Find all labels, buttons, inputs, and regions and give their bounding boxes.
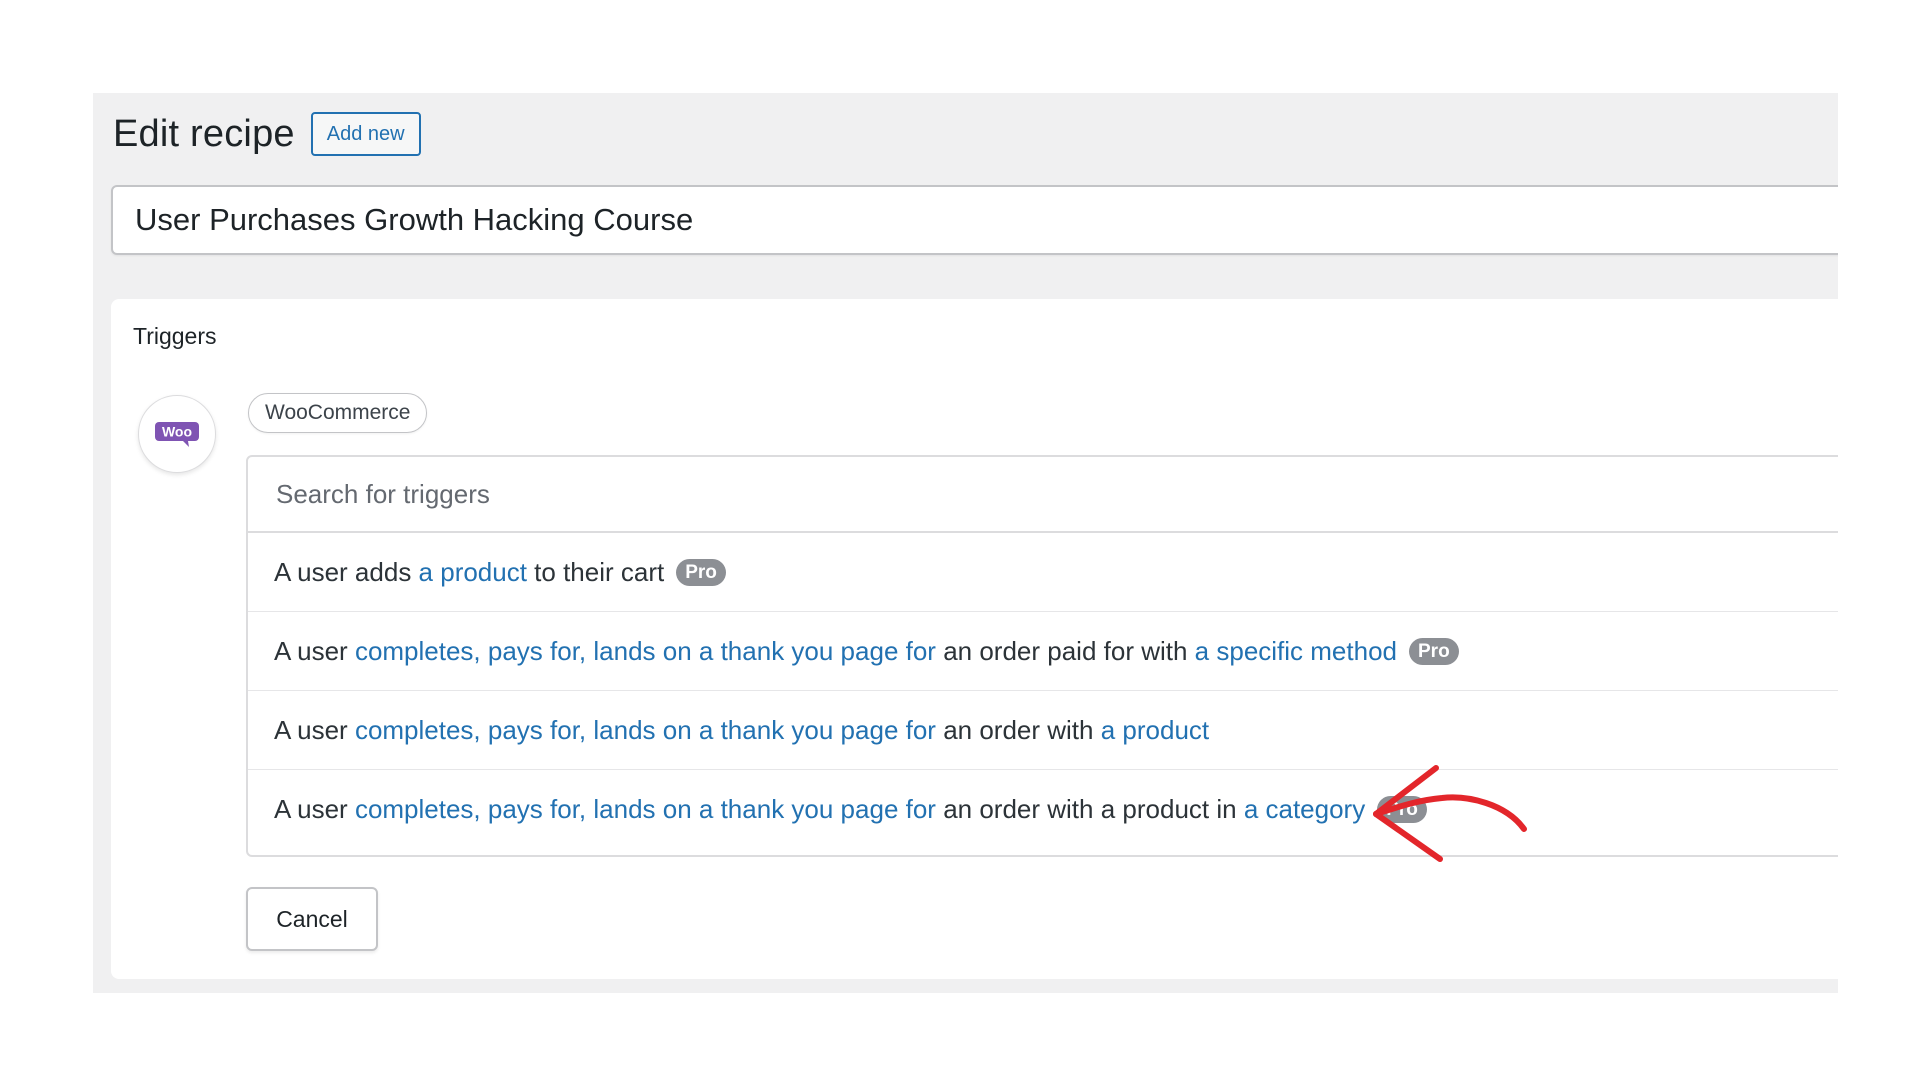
edit-recipe-panel: Edit recipe Add new User Purchases Growt… — [93, 93, 1838, 993]
page-title: Edit recipe — [113, 112, 295, 155]
trigger-option-text: to their cart — [526, 556, 665, 587]
trigger-option-text: A user — [274, 794, 355, 824]
trigger-option-token[interactable]: a category — [1244, 794, 1365, 825]
trigger-search-row — [248, 457, 1838, 533]
recipe-title-input[interactable]: User Purchases Growth Hacking Course — [111, 185, 1838, 255]
trigger-option[interactable]: A user completes, pays for, lands on a t… — [248, 691, 1838, 770]
trigger-option-token[interactable]: completes, pays for, lands on a thank yo… — [355, 715, 936, 746]
woo-logo-icon: Woo — [155, 422, 199, 447]
trigger-option[interactable]: A user completes, pays for, lands on a t… — [248, 612, 1838, 691]
triggers-card: Triggers Woo WooCommerce A user adds a p… — [111, 299, 1838, 979]
triggers-section-label: Triggers — [133, 323, 217, 349]
trigger-search-input[interactable] — [274, 477, 1478, 511]
trigger-option-token[interactable]: a product — [1101, 715, 1209, 746]
woo-logo-tail — [183, 441, 189, 447]
page-header: Edit recipe Add new — [113, 107, 421, 161]
trigger-option-token[interactable]: a product — [419, 557, 527, 588]
trigger-option-token[interactable]: a specific method — [1195, 636, 1397, 667]
trigger-option-text: A user adds — [274, 556, 419, 587]
trigger-option-token[interactable]: completes, pays for, lands on a thank yo… — [355, 794, 936, 825]
trigger-option-text: A user — [274, 714, 355, 745]
trigger-option-text: A user — [274, 635, 355, 666]
trigger-option-token[interactable]: completes, pays for, lands on a thank yo… — [355, 636, 936, 667]
recipe-title-value: User Purchases Growth Hacking Course — [135, 202, 694, 237]
pro-badge: Pro — [1409, 637, 1459, 665]
integration-chip[interactable]: WooCommerce — [248, 393, 428, 433]
woo-logo-text: Woo — [162, 424, 192, 440]
trigger-selector: A user adds a product to their cartProA … — [246, 455, 1838, 857]
trigger-option[interactable]: A user completes, pays for, lands on a t… — [248, 770, 1838, 849]
cancel-button[interactable]: Cancel — [246, 887, 378, 951]
add-new-button[interactable]: Add new — [310, 112, 421, 156]
trigger-options-list: A user adds a product to their cart Pro A … — [248, 533, 1838, 849]
integration-icon-circle: Woo — [138, 395, 216, 473]
pro-badge: Pro — [676, 558, 726, 586]
trigger-option-text: an order paid for with — [935, 635, 1195, 666]
pro-badge: Pro — [1377, 796, 1427, 823]
trigger-option-text: an order with a product in — [935, 794, 1244, 824]
trigger-option-text: an order with — [935, 714, 1101, 745]
trigger-option[interactable]: A user adds a product to their cart Pro — [248, 533, 1838, 612]
